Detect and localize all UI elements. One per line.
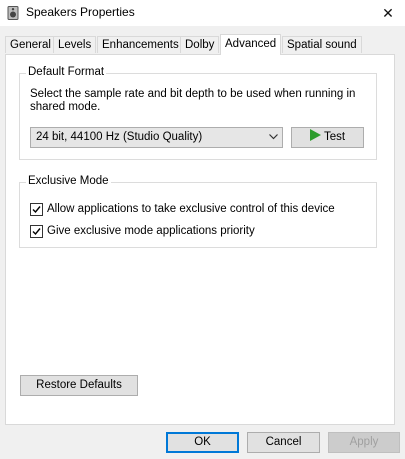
allow-exclusive-control-option[interactable]: Allow applications to take exclusive con… (30, 202, 335, 216)
default-format-heading: Default Format (26, 66, 107, 78)
exclusive-priority-option[interactable]: Give exclusive mode applications priorit… (30, 224, 255, 238)
speaker-icon (7, 6, 19, 20)
default-format-description: Select the sample rate and bit depth to … (30, 88, 356, 113)
tab-advanced[interactable]: Advanced (220, 34, 282, 55)
checkmark-icon (32, 205, 41, 213)
tab-spatial-sound[interactable]: Spatial sound (282, 36, 362, 53)
title-bar: Speakers Properties ✕ (0, 0, 405, 26)
restore-defaults-button[interactable]: Restore Defaults (20, 375, 138, 396)
cancel-button[interactable]: Cancel (247, 432, 320, 453)
tab-levels[interactable]: Levels (53, 36, 97, 53)
close-icon: ✕ (382, 4, 394, 21)
tab-enhancements[interactable]: Enhancements (97, 36, 184, 53)
tab-general[interactable]: General (5, 36, 56, 53)
exclusive-mode-group: Exclusive Mode Allow applications to tak… (19, 175, 377, 248)
tab-dolby[interactable]: Dolby (180, 36, 220, 53)
test-button-label: Test (323, 131, 346, 143)
exclusive-priority-label: Give exclusive mode applications priorit… (47, 225, 255, 237)
play-icon (309, 129, 321, 141)
format-select[interactable]: 24 bit, 44100 Hz (Studio Quality) (30, 127, 283, 148)
window-title: Speakers Properties (26, 5, 135, 19)
allow-exclusive-control-label: Allow applications to take exclusive con… (47, 203, 335, 215)
test-button[interactable]: Test (291, 127, 364, 148)
close-button[interactable]: ✕ (371, 0, 405, 26)
apply-button: Apply (328, 432, 400, 453)
advanced-panel: Default Format Select the sample rate an… (5, 54, 395, 425)
exclusive-priority-checkbox[interactable] (30, 224, 43, 238)
tab-strip: General Levels Enhancements Dolby Advanc… (5, 34, 400, 55)
dialog-body: General Levels Enhancements Dolby Advanc… (0, 26, 405, 459)
default-format-group: Default Format Select the sample rate an… (19, 66, 377, 160)
exclusive-mode-heading: Exclusive Mode (26, 175, 111, 187)
format-select-value: 24 bit, 44100 Hz (Studio Quality) (36, 131, 203, 143)
checkmark-icon (32, 227, 41, 235)
ok-button[interactable]: OK (166, 432, 239, 453)
allow-exclusive-control-checkbox[interactable] (30, 202, 43, 216)
chevron-down-icon (269, 134, 278, 140)
